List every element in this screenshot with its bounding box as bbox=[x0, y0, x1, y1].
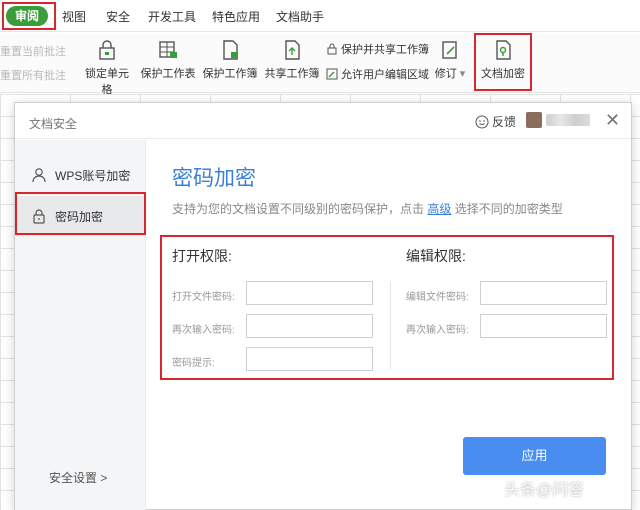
revise-label: 修订 bbox=[434, 68, 457, 80]
close-icon[interactable]: ✕ bbox=[605, 111, 620, 129]
reset-all-comments: 重置所有批注 bbox=[0, 70, 66, 82]
edit-password-label: 编辑文件密码: bbox=[406, 292, 469, 303]
password-hint-field[interactable] bbox=[246, 347, 373, 371]
sidebar-item-wps-account[interactable]: WPS账号加密 bbox=[15, 155, 146, 195]
protect-and-share-button[interactable]: 保护并共享工作簿 bbox=[326, 41, 429, 57]
share-workbook-icon bbox=[285, 40, 300, 60]
lock-cell-icon bbox=[99, 40, 115, 60]
advanced-link[interactable]: 高级 bbox=[427, 202, 451, 216]
reset-current-comment: 重置当前批注 bbox=[0, 46, 66, 58]
user-icon bbox=[32, 168, 46, 183]
description: 支持为您的文档设置不同级别的密码保护，点击 高级 选择不同的加密类型 bbox=[172, 200, 563, 217]
username-blurred bbox=[546, 114, 590, 126]
revise-icon bbox=[442, 41, 457, 59]
open-confirm-label: 再次输入密码: bbox=[172, 325, 235, 336]
doc-security-dialog: 文档安全 反馈 ✕ WPS账号加密 密码加密 安全设置 > 密码加密 支持为您的… bbox=[14, 102, 632, 510]
doc-encrypt-label: 文档加密 bbox=[481, 68, 525, 80]
tab-special-apps[interactable]: 特色应用 bbox=[212, 8, 260, 25]
feedback-icon bbox=[475, 115, 489, 128]
watermark: 头条@问答 bbox=[504, 482, 585, 499]
protect-share-icon bbox=[327, 43, 337, 55]
avatar[interactable] bbox=[526, 112, 542, 128]
protect-workbook-button[interactable]: 保护工作簿 bbox=[202, 39, 258, 81]
protect-sheet-icon bbox=[159, 41, 177, 58]
tab-doc-assistant[interactable]: 文档助手 bbox=[276, 8, 324, 25]
dialog-main: 密码加密 支持为您的文档设置不同级别的密码保护，点击 高级 选择不同的加密类型 … bbox=[146, 140, 631, 510]
share-workbook-button[interactable]: 共享工作簿 bbox=[264, 39, 320, 81]
sidebar-item-password[interactable]: 密码加密 bbox=[15, 196, 146, 236]
permissions-panel: 打开权限: 编辑权限: 打开文件密码: 再次输入密码: 密码提示: 编辑文件密码… bbox=[160, 235, 614, 380]
open-confirm-field[interactable] bbox=[246, 314, 373, 338]
edit-range-label: 允许用户编辑区域 bbox=[341, 69, 429, 81]
tab-security[interactable]: 安全 bbox=[106, 8, 130, 25]
allow-edit-range-button[interactable]: 允许用户编辑区域 bbox=[326, 66, 429, 82]
dialog-sidebar: WPS账号加密 密码加密 安全设置 > bbox=[15, 140, 146, 510]
apply-button[interactable]: 应用 bbox=[463, 437, 606, 475]
feedback-label: 反馈 bbox=[492, 115, 517, 129]
protect-sheet-button[interactable]: 保护工作表 bbox=[140, 39, 196, 81]
doc-encrypt-button[interactable]: 文档加密 bbox=[480, 39, 526, 81]
share-workbook-label: 共享工作簿 bbox=[264, 68, 320, 80]
open-password-label: 打开文件密码: bbox=[172, 292, 235, 303]
lock-icon bbox=[33, 209, 45, 224]
dialog-header: 文档安全 反馈 ✕ bbox=[15, 103, 631, 139]
edit-password-field[interactable] bbox=[480, 281, 607, 305]
description-text: 支持为您的文档设置不同级别的密码保护，点击 bbox=[172, 202, 425, 216]
lock-cell-label: 锁定单元格 bbox=[85, 68, 129, 96]
revise-button[interactable]: 修订 ▾ bbox=[434, 39, 466, 81]
protect-workbook-icon bbox=[223, 40, 238, 60]
dialog-title: 文档安全 bbox=[29, 117, 78, 131]
lock-cell-button[interactable]: 锁定单元格 bbox=[80, 39, 134, 97]
open-permission-title: 打开权限: bbox=[172, 248, 232, 264]
sidebar-item-label: WPS账号加密 bbox=[55, 168, 131, 183]
doc-encrypt-icon bbox=[496, 40, 511, 60]
protect-sheet-label: 保护工作表 bbox=[140, 68, 196, 80]
open-password-field[interactable] bbox=[246, 281, 373, 305]
page-title: 密码加密 bbox=[172, 167, 256, 190]
menu-bar: 审阅 视图 安全 开发工具 特色应用 文档助手 bbox=[0, 0, 640, 32]
tab-review[interactable]: 审阅 bbox=[6, 6, 48, 26]
password-hint-label: 密码提示: bbox=[172, 358, 215, 369]
protect-workbook-label: 保护工作簿 bbox=[202, 68, 258, 80]
sidebar-item-label: 密码加密 bbox=[55, 209, 104, 224]
edit-permission-title: 编辑权限: bbox=[406, 248, 466, 264]
feedback-link[interactable]: 反馈 bbox=[475, 113, 516, 130]
tab-view[interactable]: 视图 bbox=[62, 8, 86, 25]
description-text-2: 选择不同的加密类型 bbox=[454, 202, 563, 216]
edit-confirm-field[interactable] bbox=[480, 314, 607, 338]
edit-confirm-label: 再次输入密码: bbox=[406, 325, 469, 336]
panel-divider bbox=[390, 281, 391, 369]
protect-share-label: 保护并共享工作簿 bbox=[341, 44, 429, 56]
tab-developer-tools[interactable]: 开发工具 bbox=[148, 8, 196, 25]
ribbon: 重置当前批注 重置所有批注 锁定单元格 保护工作表 保护工作簿 共享工作簿 保护… bbox=[0, 33, 640, 96]
edit-range-icon bbox=[326, 68, 338, 80]
security-settings-link[interactable]: 安全设置 > bbox=[49, 469, 107, 486]
